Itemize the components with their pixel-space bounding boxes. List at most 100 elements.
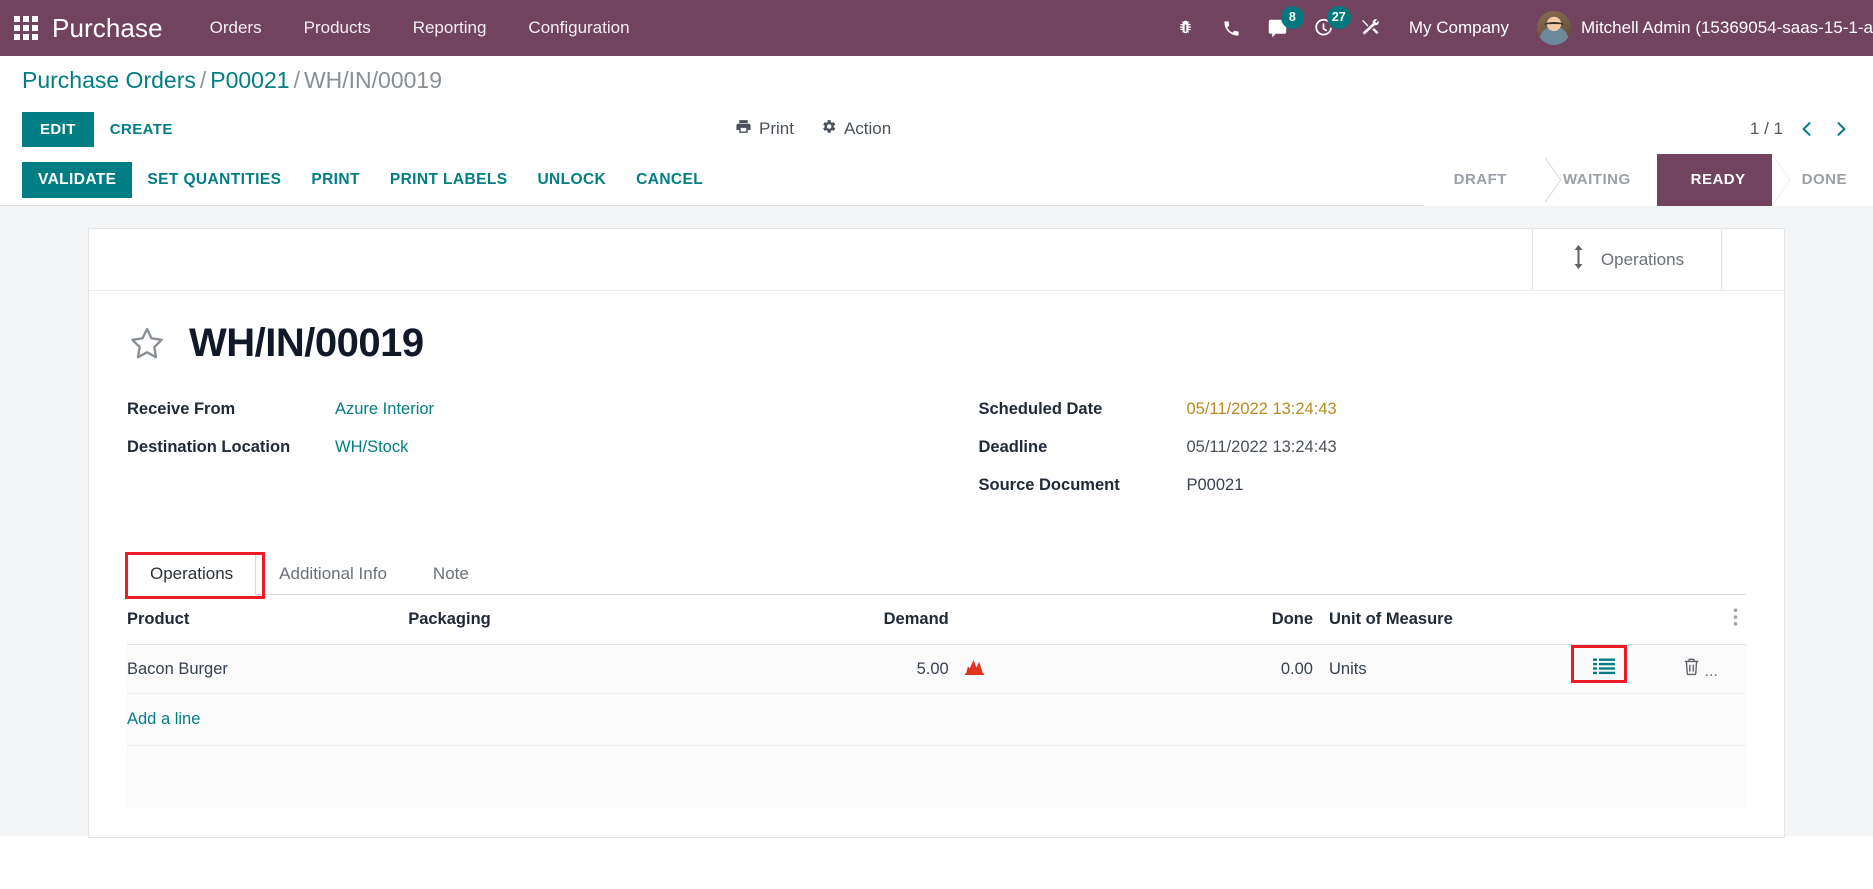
table-header-row: Product Packaging Demand Done Unit of Me… [127,595,1746,645]
control-panel: EDIT CREATE Print Action 1 / 1 [0,104,1873,154]
cell-done[interactable]: 0.00 [1017,644,1321,694]
action-label: Action [843,119,892,138]
field-destination-location-label: Destination Location [127,438,291,456]
user-menu[interactable]: Mitchell Admin (15369054-saas-15-1-a [1525,11,1873,45]
nav-menu-products[interactable]: Products [283,0,392,56]
tab-operations[interactable]: Operations [127,552,257,595]
cancel-button[interactable]: CANCEL [621,162,718,198]
messages-icon[interactable]: 8 [1255,0,1304,56]
pager-counter: 1 / 1 [1749,119,1783,138]
cell-delete-row: ... [1654,644,1746,694]
navbar-right-group: 8 27 My Company Mitchell Admin (15369054… [1163,0,1873,56]
detailed-operations-icon[interactable] [1571,645,1628,683]
status-stage-draft[interactable]: DRAFT [1423,153,1533,206]
column-header-unit-of-measure[interactable]: Unit of Measure [1321,595,1554,645]
smart-button-operations[interactable]: Operations [1532,229,1722,290]
status-stage-done[interactable]: DONE [1771,153,1873,206]
cell-packaging[interactable] [400,644,755,694]
operations-table-head: Product Packaging Demand Done Unit of Me… [127,595,1746,645]
row-overflow-ellipsis: ... [1704,663,1718,680]
validate-button[interactable]: VALIDATE [22,161,133,198]
breadcrumb: Purchase Orders / P00021/WH/IN/00019 [22,67,442,94]
column-header-demand[interactable]: Demand [754,595,957,645]
breadcrumb-item-p00021[interactable]: P00021 [210,67,289,93]
set-quantities-button[interactable]: SET QUANTITIES [132,162,296,198]
form-body: WH/IN/00019 Receive From Azure Interior … [89,291,1784,808]
control-panel-center: Print Action [735,118,891,140]
tab-additional-info[interactable]: Additional Info [256,552,410,595]
tools-wrench-icon[interactable] [1347,0,1393,56]
breadcrumb-item-purchase-orders[interactable]: Purchase Orders [22,67,196,93]
forecast-report-icon[interactable] [964,658,984,675]
printer-icon [735,118,752,140]
status-stage-waiting[interactable]: WAITING [1532,153,1657,206]
nav-menu-configuration[interactable]: Configuration [507,0,650,56]
unlock-button[interactable]: UNLOCK [522,162,621,198]
pager-next-button[interactable] [1831,119,1851,139]
table-row[interactable]: Bacon Burger 5.00 0.00 Units ... [127,644,1746,694]
cell-unit-of-measure[interactable]: Units [1321,644,1554,694]
action-menu[interactable]: Action [820,118,891,140]
gear-icon [820,118,837,140]
breadcrumb-bar: Purchase Orders / P00021/WH/IN/00019 [0,56,1873,104]
top-navbar: Purchase Orders Products Reporting Confi… [0,0,1873,56]
column-header-operations-spacer [1553,595,1655,645]
field-source-document-value[interactable]: P00021 [1187,476,1244,495]
cell-product[interactable]: Bacon Burger [127,644,401,694]
print-button[interactable]: PRINT [296,162,375,198]
activities-clock-icon[interactable]: 27 [1301,0,1351,56]
breadcrumb-separator-2: / [293,66,300,93]
breadcrumb-item-current: WH/IN/00019 [303,66,443,93]
cell-forecast-icon [956,644,1018,694]
pager-previous-button[interactable] [1797,119,1817,139]
column-header-done[interactable]: Done [1017,595,1321,645]
company-switcher[interactable]: My Company [1393,18,1525,38]
column-header-product[interactable]: Product [127,595,401,645]
field-destination-location-value[interactable]: WH/Stock [335,438,408,457]
status-stage-ready[interactable]: READY [1656,153,1790,206]
record-title-row: WH/IN/00019 [127,321,1746,366]
nav-menu-reporting[interactable]: Reporting [392,0,508,56]
field-receive-from: Receive From Azure Interior [127,400,937,419]
field-scheduled-date-label: Scheduled Date [978,400,1103,418]
add-line-row: Add a line [127,693,1746,746]
user-name-label: Mitchell Admin (15369054-saas-15-1-a [1581,18,1873,37]
apps-grid-icon [14,16,38,40]
field-destination-location: Destination Location WH/Stock [127,438,937,457]
star-outline-icon[interactable] [127,324,167,364]
app-brand-purchase[interactable]: Purchase [52,13,163,44]
field-source-document-label: Source Document [978,476,1120,494]
smart-button-operations-label: Operations [1600,249,1685,269]
form-sheet: Operations WH/IN/00019 Receive From Azur… [88,228,1785,838]
print-labels-button[interactable]: PRINT LABELS [375,162,523,198]
tab-note[interactable]: Note [410,552,492,595]
smart-button-box: Operations [89,229,1784,291]
field-scheduled-date: Scheduled Date 05/11/2022 13:24:43 [979,400,1747,419]
nav-menu-orders[interactable]: Orders [189,0,283,56]
field-receive-from-value[interactable]: Azure Interior [335,400,434,419]
phone-icon[interactable] [1209,0,1255,56]
field-scheduled-date-value[interactable]: 05/11/2022 13:24:43 [1187,400,1337,419]
trash-icon[interactable] [1683,658,1705,680]
avatar [1537,11,1571,45]
cell-demand[interactable]: 5.00 [754,644,957,694]
edit-button[interactable]: EDIT [22,111,94,147]
breadcrumb-separator-1: / [199,66,207,93]
field-deadline-value[interactable]: 05/11/2022 13:24:43 [1187,438,1337,457]
create-button[interactable]: CREATE [94,112,189,147]
print-label: Print [759,119,794,138]
print-menu[interactable]: Print [735,118,794,140]
lines-filler-row [127,745,1746,808]
field-deadline: Deadline 05/11/2022 13:24:43 [979,438,1747,457]
bug-icon[interactable] [1163,0,1209,56]
column-header-packaging[interactable]: Packaging [400,595,755,645]
column-header-demand-icon-spacer [956,595,1018,645]
optional-columns-icon[interactable] [1654,595,1746,645]
apps-menu-toggle[interactable] [0,0,52,56]
field-source-document: Source Document P00021 [979,476,1747,495]
arrows-vertical-icon [1570,245,1587,274]
add-a-line-button[interactable]: Add a line [127,698,200,741]
form-column-left: Receive From Azure Interior Destination … [127,400,937,514]
status-stages: DRAFT WAITING READY DONE [1423,153,1873,206]
operations-table-body: Bacon Burger 5.00 0.00 Units ... Add a l… [127,644,1746,808]
